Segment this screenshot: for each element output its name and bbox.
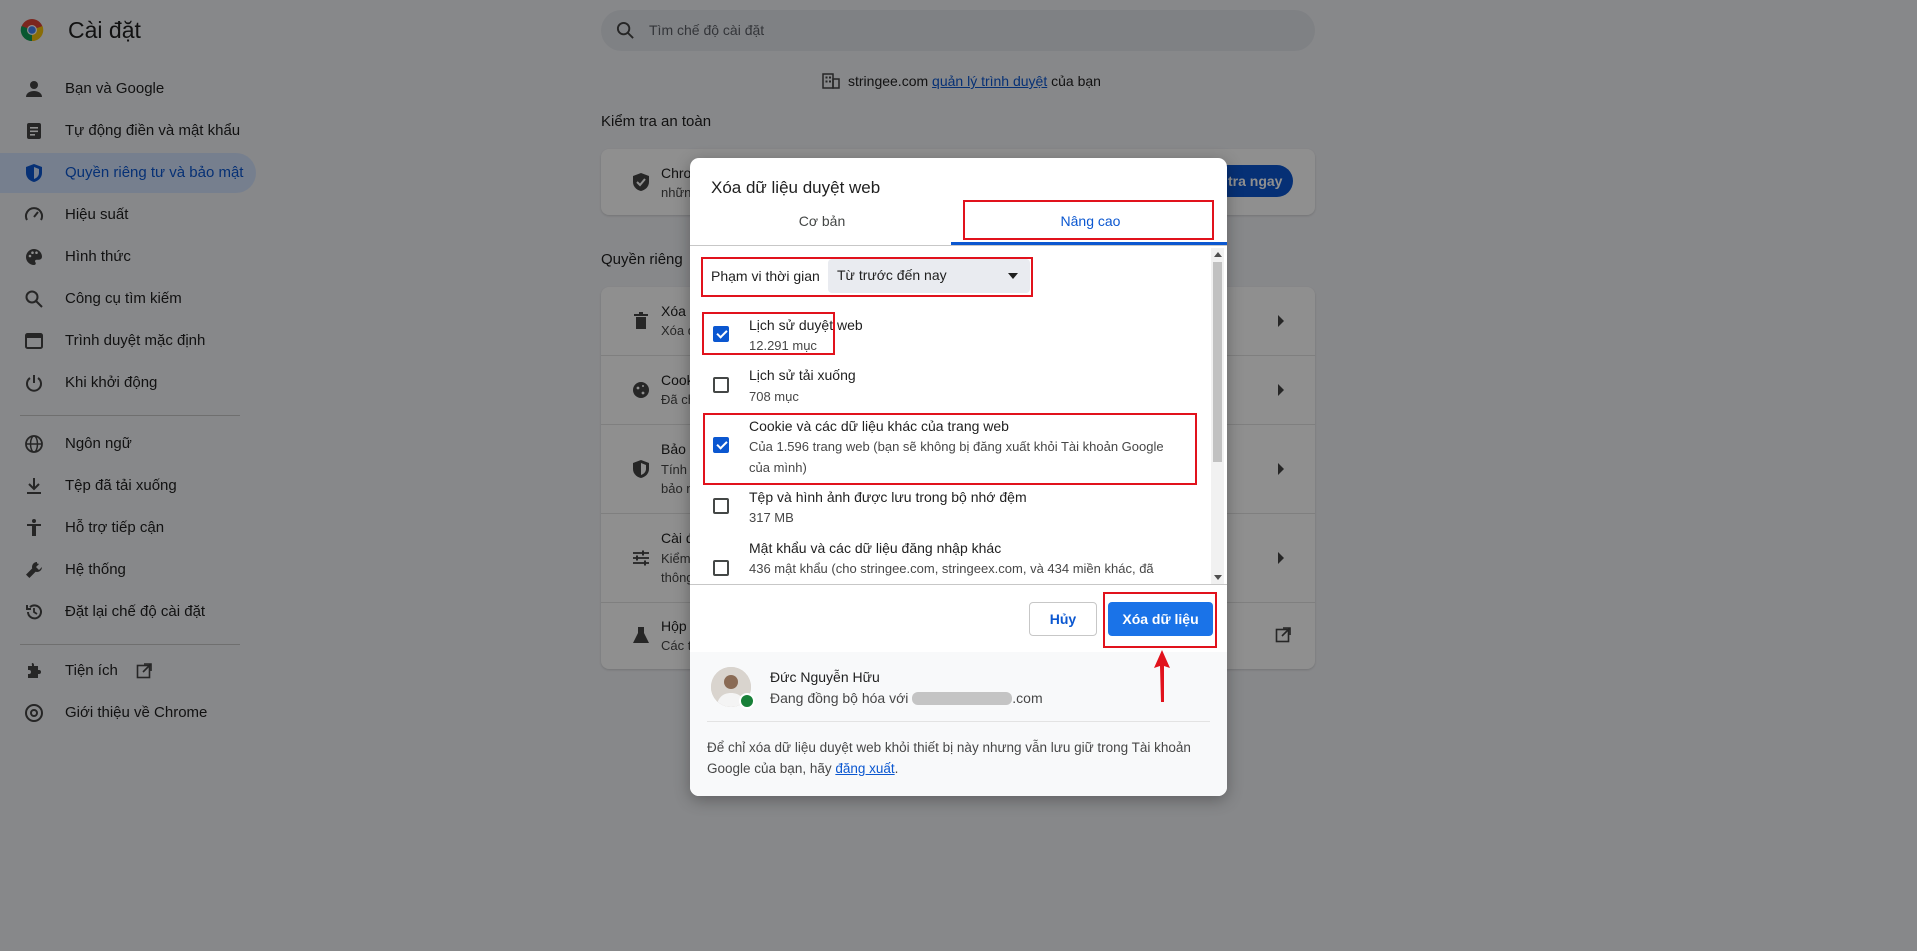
sync-icon [739,693,755,709]
account-name: Đức Nguyễn Hữu [770,669,880,685]
scroll-up-arrow-icon[interactable] [1214,252,1222,257]
dialog-scrollbar[interactable] [1211,248,1224,584]
clear-browsing-data-dialog: Xóa dữ liệu duyệt web Cơ bản Nâng cao Ph… [690,158,1227,796]
red-arrow-annotation-icon [1154,650,1170,702]
sign-out-info: Để chỉ xóa dữ liệu duyệt web khỏi thiết … [707,740,1191,776]
sign-out-link[interactable]: đăng xuất [835,761,894,776]
cancel-button[interactable]: Hủy [1029,602,1097,636]
list-item[interactable]: Mật khẩu và các dữ liệu đăng nhập khác 4… [690,158,1227,584]
checkbox-passwords[interactable] [713,560,729,576]
scrollbar-thumb[interactable] [1213,262,1222,462]
highlight-box-clear-button [1103,592,1217,648]
scroll-down-arrow-icon[interactable] [1214,575,1222,580]
account-sync-status: Đang đồng bộ hóa với .com [770,690,1043,706]
redacted-email [912,692,1013,705]
